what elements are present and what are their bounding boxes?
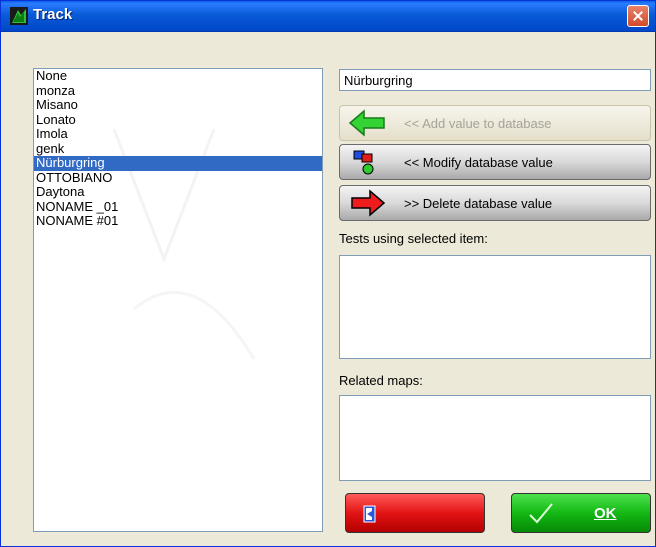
modify-value-button[interactable]: << Modify database value bbox=[339, 144, 651, 180]
list-item[interactable]: genk bbox=[34, 141, 322, 157]
list-item[interactable]: NONAME #01 bbox=[34, 213, 322, 229]
delete-value-button[interactable]: >> Delete database value bbox=[339, 185, 651, 221]
add-value-label: << Add value to database bbox=[404, 116, 552, 131]
ok-button[interactable]: OK bbox=[511, 493, 651, 533]
list-item[interactable]: monza bbox=[34, 83, 322, 99]
list-item[interactable]: Lonato bbox=[34, 112, 322, 128]
maps-label: Related maps: bbox=[339, 373, 423, 388]
maps-list[interactable] bbox=[339, 395, 651, 481]
arrow-right-icon bbox=[351, 189, 386, 217]
app-icon bbox=[10, 7, 28, 25]
list-item[interactable]: Misano bbox=[34, 97, 322, 113]
add-value-button[interactable]: << Add value to database bbox=[339, 105, 651, 141]
list-item[interactable]: OTTOBIANO bbox=[34, 170, 322, 186]
modify-icon bbox=[353, 150, 374, 175]
list-item[interactable]: Daytona bbox=[34, 184, 322, 200]
tests-list[interactable] bbox=[339, 255, 651, 359]
exit-icon bbox=[363, 505, 376, 523]
cancel-button[interactable] bbox=[345, 493, 485, 533]
delete-value-label: >> Delete database value bbox=[404, 196, 553, 211]
track-name-input[interactable] bbox=[339, 69, 651, 91]
tests-label: Tests using selected item: bbox=[339, 231, 488, 246]
close-icon[interactable] bbox=[627, 5, 649, 27]
checkmark-icon bbox=[529, 503, 553, 524]
list-item[interactable]: NONAME _01 bbox=[34, 199, 322, 215]
modify-value-label: << Modify database value bbox=[404, 155, 553, 170]
arrow-left-icon bbox=[348, 109, 385, 137]
ok-label: OK bbox=[594, 505, 617, 522]
list-item[interactable]: Imola bbox=[34, 126, 322, 142]
title-bar[interactable]: Track bbox=[1, 1, 655, 32]
list-item-selected[interactable]: Nürburgring bbox=[34, 155, 322, 171]
track-list[interactable]: None monza Misano Lonato Imola genk Nürb… bbox=[33, 68, 323, 532]
window-title: Track bbox=[33, 6, 73, 23]
list-item[interactable]: None bbox=[34, 69, 322, 84]
track-dialog: Track None monza Misano Lonato Imola gen… bbox=[0, 0, 656, 547]
